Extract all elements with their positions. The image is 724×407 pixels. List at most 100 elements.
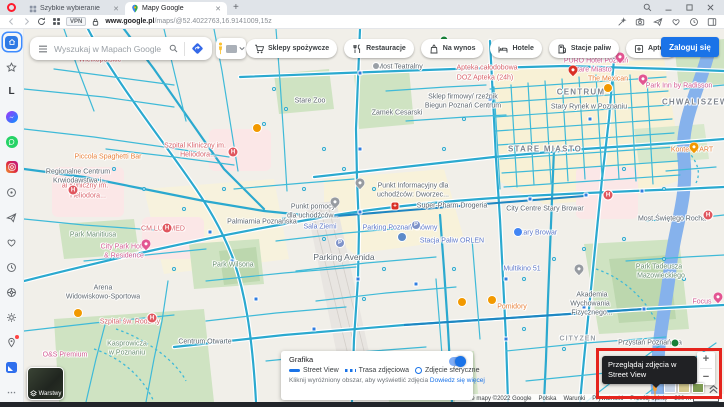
- collapse-controls-button[interactable]: [708, 382, 719, 400]
- transit-stop-icon[interactable]: [640, 189, 645, 194]
- search-input[interactable]: Wyszukaj w Mapach Google: [54, 44, 163, 54]
- map-marker-graydot[interactable]: [373, 63, 379, 69]
- layers-control[interactable]: Warstwy: [27, 367, 64, 400]
- sidebar-item-messenger[interactable]: [3, 108, 21, 126]
- sidebar-item-bookmarks-star[interactable]: [3, 58, 21, 76]
- sidebar-item-speed-dial[interactable]: [3, 33, 21, 51]
- photo-sphere-icon[interactable]: [582, 247, 586, 251]
- photo-sphere-icon[interactable]: [172, 267, 176, 271]
- photo-sphere-icon[interactable]: [142, 187, 146, 191]
- pegman-control[interactable]: [216, 38, 246, 59]
- menu-icon[interactable]: [38, 45, 48, 53]
- map-marker-food[interactable]: [458, 298, 466, 306]
- transit-stop-icon[interactable]: [312, 327, 317, 332]
- map-marker-redsquare[interactable]: +: [392, 203, 399, 210]
- sidebar-item-whatsapp[interactable]: [3, 133, 21, 151]
- satellite-thumbnail[interactable]: [692, 383, 704, 393]
- photo-sphere-icon[interactable]: [302, 187, 306, 191]
- photo-sphere-icon[interactable]: [452, 267, 456, 271]
- chip-sklepy-spo-ywcze[interactable]: Sklepy spożywcze: [246, 39, 337, 58]
- photo-sphere-icon[interactable]: [562, 347, 566, 351]
- sidebar-item-player[interactable]: [3, 283, 21, 301]
- sidebar-item-pinboards[interactable]: [3, 333, 21, 351]
- search-tabs-icon[interactable]: [643, 3, 652, 12]
- sidebar-item-pinned-app[interactable]: [3, 358, 21, 376]
- transit-stop-icon[interactable]: [358, 210, 363, 215]
- tab-close-icon[interactable]: ✕: [215, 5, 221, 13]
- photo-sphere-icon[interactable]: [284, 107, 288, 111]
- reload-button[interactable]: [37, 17, 46, 26]
- transit-stop-icon[interactable]: [208, 230, 213, 235]
- map-thumbnail[interactable]: [664, 383, 676, 393]
- sidebar-item-history[interactable]: [3, 258, 21, 276]
- photo-sphere-icon[interactable]: [552, 257, 556, 261]
- chip-na-wynos[interactable]: Na wynos: [421, 39, 484, 58]
- attribution-link[interactable]: Prywatność: [592, 396, 623, 402]
- learn-more-link[interactable]: Dowiedz się więcej: [430, 377, 485, 384]
- sidebar-item-workspace[interactable]: L: [3, 83, 21, 101]
- transit-stop-icon[interactable]: [356, 277, 361, 282]
- map-marker-food[interactable]: [253, 124, 261, 132]
- transit-stop-icon[interactable]: [254, 297, 259, 302]
- photo-sphere-icon[interactable]: [622, 237, 626, 241]
- map-marker-food[interactable]: [488, 296, 496, 304]
- tab-close-icon[interactable]: ✕: [113, 5, 119, 13]
- transit-stop-icon[interactable]: [358, 71, 363, 76]
- map-marker-hospital[interactable]: H: [229, 148, 238, 157]
- transit-stop-icon[interactable]: [584, 193, 589, 198]
- transit-stop-icon[interactable]: [414, 282, 419, 287]
- directions-icon[interactable]: [191, 42, 204, 55]
- vpn-badge[interactable]: VPN: [66, 17, 86, 26]
- map-viewport[interactable]: WielkopolskieMost TeatralnyApteka całodo…: [24, 29, 724, 402]
- map-marker-hospital[interactable]: H: [604, 191, 613, 200]
- bookmark-heart-icon[interactable]: [671, 17, 681, 27]
- search-icon[interactable]: [169, 44, 178, 53]
- transit-stop-icon[interactable]: [588, 117, 593, 122]
- photo-sphere-icon[interactable]: [262, 122, 266, 126]
- zoom-in-button[interactable]: +: [703, 354, 709, 365]
- photo-sphere-icon[interactable]: [272, 87, 276, 91]
- map-marker-food[interactable]: [74, 309, 82, 317]
- photo-sphere-icon[interactable]: [112, 167, 116, 171]
- chip-stacje-paliw[interactable]: Stacje paliw: [549, 39, 619, 58]
- speed-dial-grid-icon[interactable]: [52, 17, 61, 26]
- photo-sphere-icon[interactable]: [462, 117, 466, 121]
- attribution-link[interactable]: Warunki: [563, 396, 585, 402]
- map-marker-food[interactable]: [604, 84, 612, 92]
- photo-sphere-icon[interactable]: [622, 167, 626, 171]
- sidebar-item-favorites-heart[interactable]: [3, 233, 21, 251]
- sidebar-item-sidebar-setup[interactable]: ⋯: [3, 383, 21, 401]
- camera-icon[interactable]: [635, 17, 645, 27]
- sidebar-panels-icon[interactable]: [707, 17, 717, 27]
- new-tab-button[interactable]: +: [233, 2, 239, 13]
- sidebar-item-my-flow[interactable]: [3, 208, 21, 226]
- tab-speed-dial[interactable]: Szybkie wybieranie ✕: [23, 2, 125, 15]
- minimize-button[interactable]: [664, 3, 673, 12]
- map-marker-hospital[interactable]: H: [704, 211, 713, 220]
- transit-stop-icon[interactable]: [642, 307, 647, 312]
- photo-sphere-icon[interactable]: [442, 147, 446, 151]
- map-marker-green[interactable]: [672, 340, 679, 347]
- forward-button[interactable]: [22, 17, 31, 26]
- photo-sphere-icon[interactable]: [222, 187, 226, 191]
- tab-maps-google[interactable]: Mapy Google ✕: [125, 2, 227, 15]
- map-marker-hospital[interactable]: H: [148, 314, 157, 323]
- maps-search-box[interactable]: Wyszukaj w Mapach Google: [30, 37, 212, 60]
- easy-setup-icon[interactable]: [689, 17, 699, 27]
- snapshot-icon[interactable]: [617, 17, 627, 27]
- lock-icon[interactable]: [91, 17, 100, 27]
- map-marker-parkingP[interactable]: P: [412, 221, 420, 229]
- map-marker-parkingP[interactable]: P: [336, 239, 344, 247]
- attribution-link[interactable]: Polska: [538, 396, 556, 402]
- transit-stop-icon[interactable]: [504, 277, 509, 282]
- photo-sphere-icon[interactable]: [362, 297, 366, 301]
- pegman-icon[interactable]: [217, 42, 224, 55]
- transit-stop-icon[interactable]: [528, 197, 533, 202]
- photo-sphere-icon[interactable]: [322, 237, 326, 241]
- sidebar-item-settings[interactable]: [3, 308, 21, 326]
- photo-sphere-icon[interactable]: [342, 167, 346, 171]
- map-marker-shop[interactable]: [514, 228, 522, 236]
- maximize-button[interactable]: [685, 3, 694, 12]
- sidebar-item-focus-target[interactable]: [3, 183, 21, 201]
- flow-send-icon[interactable]: [653, 17, 663, 27]
